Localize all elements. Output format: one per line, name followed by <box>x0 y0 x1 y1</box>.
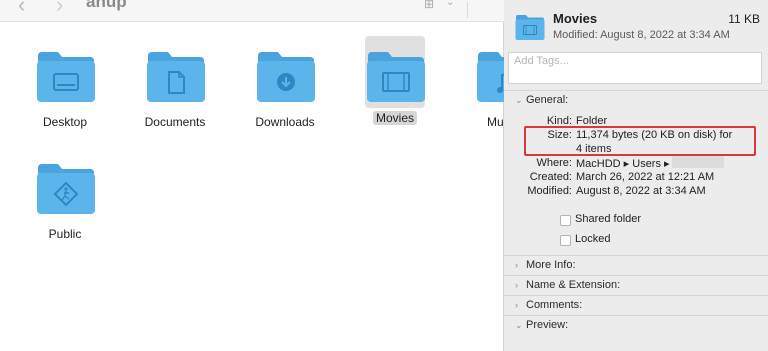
folder-label-downloads: Downloads <box>255 115 315 129</box>
window-title: anup <box>86 0 127 11</box>
checkbox-unchecked-icon[interactable] <box>560 215 571 226</box>
section-comments-label: Comments: <box>526 299 583 311</box>
section-preview-label: Preview: <box>526 319 569 331</box>
folder-item-movies[interactable]: Movies <box>353 36 437 130</box>
shared-folder-checkbox[interactable]: Shared folder <box>560 213 740 227</box>
folder-label-movies: Movies <box>372 111 417 125</box>
where-row: Where: MacHDD ▸ Users ▸ <box>504 157 768 171</box>
folder-label-music: Mu <box>487 115 504 129</box>
get-info-panel: Movies 11 KB Modified: August 8, 2022 at… <box>504 0 768 351</box>
redacted-username <box>672 156 724 168</box>
toolbar-divider <box>467 2 468 18</box>
modified-value: August 8, 2022 at 3:34 AM <box>576 185 706 197</box>
created-label: Created: <box>529 171 572 183</box>
modified-label: Modified: <box>527 185 572 197</box>
chevron-right-icon[interactable]: › <box>515 280 518 290</box>
finder-window: ‹ › anup ⊞ ⌄ Desktop Documents Downloads… <box>0 0 535 351</box>
info-item-size: 11 KB <box>728 12 760 26</box>
desktop-folder-icon <box>37 52 95 102</box>
section-preview[interactable]: ⌄ Preview: <box>504 315 768 335</box>
folder-item-documents[interactable]: Documents <box>133 40 217 130</box>
created-row: Created: March 26, 2022 at 12:21 AM <box>504 171 768 185</box>
chevron-down-icon[interactable]: ⌄ <box>515 95 523 106</box>
size-highlight-box <box>524 126 756 156</box>
tags-placeholder: Add Tags... <box>514 55 569 67</box>
folder-item-desktop[interactable]: Desktop <box>23 40 107 130</box>
shared-folder-label: Shared folder <box>575 213 642 225</box>
modified-row: Modified: August 8, 2022 at 3:34 AM <box>504 185 768 199</box>
section-general[interactable]: ⌄ General: <box>504 90 768 110</box>
info-modified: Modified: August 8, 2022 at 3:34 AM <box>553 29 730 41</box>
checkbox-unchecked-icon[interactable] <box>560 235 571 246</box>
section-more-info-label: More Info: <box>526 259 576 271</box>
chevron-right-icon[interactable]: › <box>515 260 518 270</box>
section-comments[interactable]: › Comments: <box>504 295 768 315</box>
created-value: March 26, 2022 at 12:21 AM <box>576 171 715 183</box>
where-label: Where: <box>536 157 572 169</box>
downloads-folder-icon <box>257 52 315 102</box>
section-name-extension-label: Name & Extension: <box>526 279 621 291</box>
folder-label-desktop: Desktop <box>42 115 88 129</box>
folder-item-public[interactable]: Public <box>23 152 107 242</box>
movies-folder-icon <box>367 52 425 102</box>
locked-checkbox[interactable]: Locked <box>560 233 740 247</box>
section-more-info[interactable]: › More Info: <box>504 255 768 275</box>
where-value: MacHDD ▸ Users ▸ <box>576 158 670 170</box>
back-icon[interactable]: ‹ <box>18 0 25 18</box>
chevron-down-icon[interactable]: ⌄ <box>515 320 523 331</box>
folder-label-documents: Documents <box>144 115 206 129</box>
info-header: Movies 11 KB Modified: August 8, 2022 at… <box>504 0 768 50</box>
chevron-right-icon[interactable]: › <box>515 300 518 310</box>
info-item-name: Movies <box>553 11 598 26</box>
folder-item-downloads[interactable]: Downloads <box>243 40 327 130</box>
chevron-down-icon[interactable]: ⌄ <box>446 0 454 8</box>
documents-folder-icon <box>147 52 205 102</box>
finder-toolbar: ‹ › anup ⊞ ⌄ <box>0 0 504 22</box>
section-general-label: General: <box>526 94 569 106</box>
movies-folder-icon <box>515 15 545 40</box>
icon-view-icon[interactable]: ⊞ <box>424 0 434 11</box>
locked-label: Locked <box>575 233 611 245</box>
forward-icon[interactable]: › <box>56 0 63 18</box>
public-folder-icon <box>37 164 95 214</box>
tags-field[interactable]: Add Tags... <box>508 52 762 84</box>
section-name-extension[interactable]: › Name & Extension: <box>504 275 768 295</box>
folder-label-public: Public <box>48 227 82 241</box>
